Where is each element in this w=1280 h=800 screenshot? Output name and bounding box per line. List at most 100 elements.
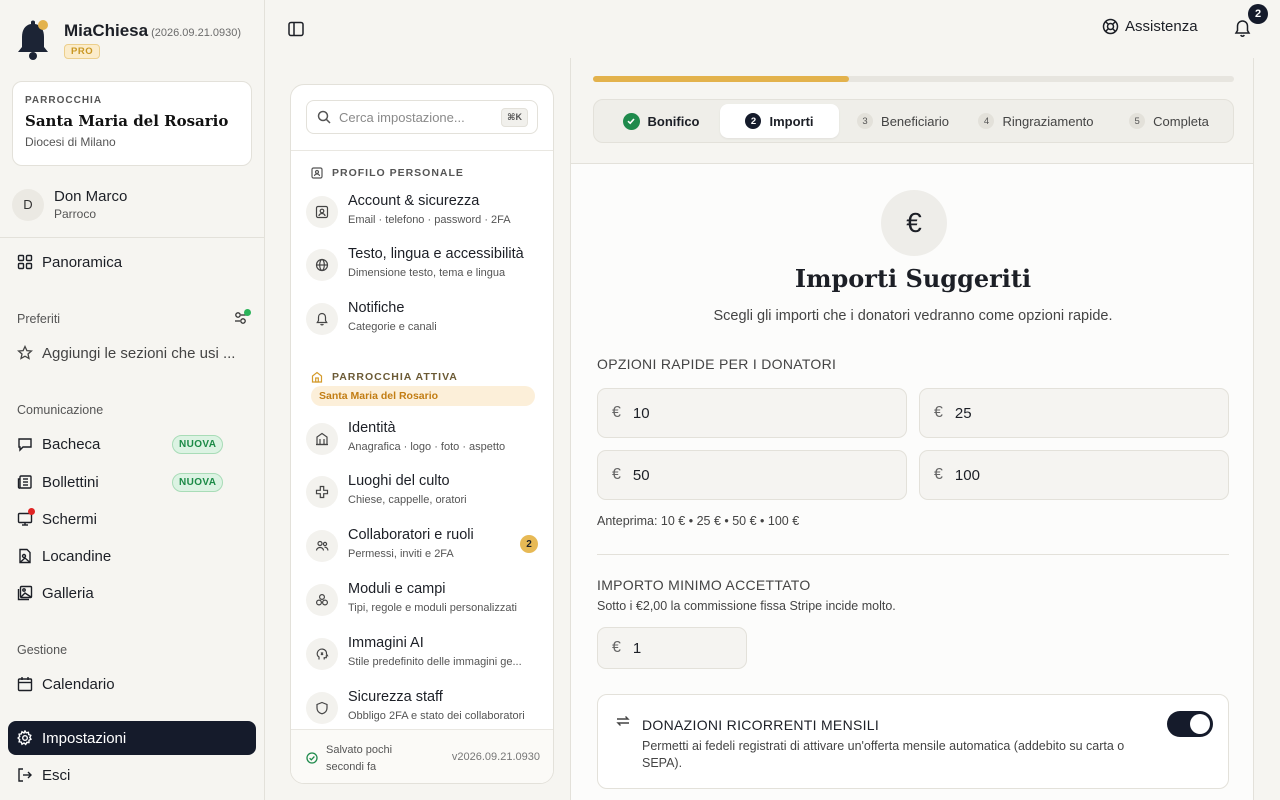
currency-symbol: € (612, 639, 621, 656)
step-transfer[interactable]: Bonifico (602, 104, 720, 138)
currency-symbol: € (612, 404, 621, 421)
settings-item-forms[interactable]: Moduli e campi Tipi, regole e moduli per… (306, 581, 541, 627)
item-title: Testo, lingua e accessibilità (348, 246, 524, 262)
item-subtitle: Obbligo 2FA e stato dei collaboratori (348, 710, 525, 722)
cross-icon (306, 476, 338, 508)
search-icon (317, 110, 331, 124)
wizard-steps: Bonifico 2 Importi 3 Beneficiario 4 Ring… (593, 99, 1234, 143)
settings-search[interactable]: ⌘K (306, 100, 538, 134)
amount-value: 25 (954, 404, 972, 422)
nav-calendar[interactable]: Calendario (8, 667, 256, 701)
pro-badge: PRO (64, 44, 101, 59)
user-profile[interactable]: D Don Marco Parroco (12, 188, 127, 221)
amount-field-4[interactable]: € 100 (919, 450, 1229, 500)
star-icon (17, 345, 33, 361)
personal-section-title: PROFILO PERSONALE (311, 167, 464, 179)
amount-field-1[interactable]: € 10 (597, 388, 907, 438)
settings-item-ai-images[interactable]: Immagini AI Stile predefinito delle imma… (306, 635, 541, 681)
sidebar-toggle-icon[interactable] (287, 20, 305, 38)
saved-status: Salvato pochi secondi fa (326, 744, 393, 773)
nav-screens-label: Schermi (42, 510, 98, 528)
item-title: Notifiche (348, 300, 405, 316)
item-title: Moduli e campi (348, 581, 446, 597)
nav-logout[interactable]: Esci (8, 758, 256, 792)
amounts-preview: Anteprima: 10 € • 25 € • 50 € • 100 € (597, 514, 800, 528)
amount-value: 1 (632, 639, 642, 657)
minimum-amount-field[interactable]: € 1 (597, 627, 747, 669)
favorites-title: Preferiti (17, 312, 61, 326)
nav-screens[interactable]: Schermi (8, 502, 256, 536)
calendar-icon (17, 676, 33, 692)
nav-posters[interactable]: Locandine (8, 539, 256, 573)
shortcut-hint: ⌘K (501, 108, 528, 127)
active-parish-title-label: PARROCCHIA ATTIVA (332, 371, 458, 383)
version-label: v2026.09.21.0930 (451, 751, 540, 763)
step-complete[interactable]: 5 Completa (1114, 104, 1224, 138)
alert-dot (28, 508, 35, 515)
recurring-donations-card: DONAZIONI RICORRENTI MENSILI Permetti ai… (597, 694, 1229, 789)
search-input[interactable] (339, 109, 489, 125)
active-parish-section-title: PARROCCHIA ATTIVA (311, 371, 458, 383)
nav-board[interactable]: Bacheca NUOVA (8, 427, 256, 461)
item-subtitle: Email · telefono · password · 2FA (348, 214, 511, 226)
shield-icon (306, 692, 338, 724)
status-dot (244, 309, 251, 316)
settings-item-notifications[interactable]: Notifiche Categorie e canali (306, 300, 541, 346)
help-label: Assistenza (1125, 18, 1198, 35)
settings-item-places[interactable]: Luoghi del culto Chiese, cappelle, orato… (306, 473, 541, 519)
settings-item-account[interactable]: Account & sicurezza Email · telefono · p… (306, 193, 541, 239)
nav-overview[interactable]: Panoramica (8, 245, 256, 279)
item-title: Sicurezza staff (348, 689, 443, 705)
settings-footer: Salvato pochi secondi fa v2026.09.21.093… (291, 729, 553, 783)
help-button[interactable]: Assistenza (1102, 18, 1198, 35)
amount-value: 100 (954, 466, 980, 484)
nav-bulletins-label: Bollettini (42, 473, 99, 491)
recurring-title: DONAZIONI RICORRENTI MENSILI (642, 717, 880, 733)
donation-wizard: Bonifico 2 Importi 3 Beneficiario 4 Ring… (570, 58, 1254, 800)
users-icon (306, 530, 338, 562)
item-subtitle: Anagrafica · logo · foto · aspetto (348, 441, 506, 453)
favorites-settings-icon[interactable] (233, 309, 251, 326)
step-beneficiary[interactable]: 3 Beneficiario (844, 104, 962, 138)
notifications-bell-icon[interactable] (1234, 19, 1251, 38)
minimum-amount-help: Sotto i €2,00 la commissione fissa Strip… (597, 599, 896, 613)
nav-posters-label: Locandine (42, 547, 112, 565)
step-number: 5 (1129, 113, 1146, 129)
wizard-header: Bonifico 2 Importi 3 Beneficiario 4 Ring… (571, 58, 1253, 164)
amount-value: 50 (632, 466, 650, 484)
amount-field-2[interactable]: € 25 (919, 388, 1229, 438)
sidebar: MiaChiesa (2026.09.21.0930) PRO PARROCCHI… (0, 0, 265, 800)
step-thanks[interactable]: 4 Ringraziamento (970, 104, 1102, 138)
settings-item-identity[interactable]: Identità Anagrafica · logo · foto · aspe… (306, 420, 541, 466)
check-circle-icon (306, 752, 318, 764)
step-amounts[interactable]: 2 Importi (720, 104, 839, 138)
app-name: MiaChiesa (64, 21, 149, 40)
nav-gallery[interactable]: Galleria (8, 576, 256, 610)
page-subtitle: Scegli gli importi che i donatori vedran… (713, 308, 1113, 324)
item-title: Collaboratori e ruoli (348, 527, 474, 543)
blocks-icon (306, 584, 338, 616)
globe-icon (306, 249, 338, 281)
id-card-icon (311, 167, 323, 179)
amount-field-3[interactable]: € 50 (597, 450, 907, 500)
brand[interactable]: MiaChiesa (2026.09.21.0930) PRO (14, 18, 241, 62)
poster-icon (17, 548, 33, 564)
nav-bulletins[interactable]: Bollettini NUOVA (8, 465, 256, 499)
nav-logout-label: Esci (42, 766, 71, 784)
favorites-hint-label: Aggiungi le sezioni che usi ... (42, 344, 236, 362)
avatar: D (12, 188, 44, 221)
parish-kicker: PARROCCHIA (25, 95, 103, 106)
step-number: 2 (745, 113, 762, 129)
progress-bar (593, 76, 1234, 82)
favorites-hint[interactable]: Aggiungi le sezioni che usi ... (8, 336, 256, 370)
ai-brain-icon (306, 638, 338, 670)
recurring-toggle[interactable] (1167, 711, 1213, 737)
euro-icon: € (881, 190, 947, 256)
settings-item-text-language[interactable]: Testo, lingua e accessibilità Dimensione… (306, 246, 541, 292)
user-name: Don Marco (54, 188, 128, 205)
nav-settings[interactable]: Impostazioni (8, 721, 256, 755)
settings-item-collaborators[interactable]: Collaboratori e ruoli Permessi, inviti e… (306, 527, 541, 573)
gear-icon (17, 730, 33, 746)
parish-name: Santa Maria del Rosario (25, 112, 229, 130)
parish-card[interactable]: PARROCCHIA Santa Maria del Rosario Dioce… (12, 81, 252, 166)
